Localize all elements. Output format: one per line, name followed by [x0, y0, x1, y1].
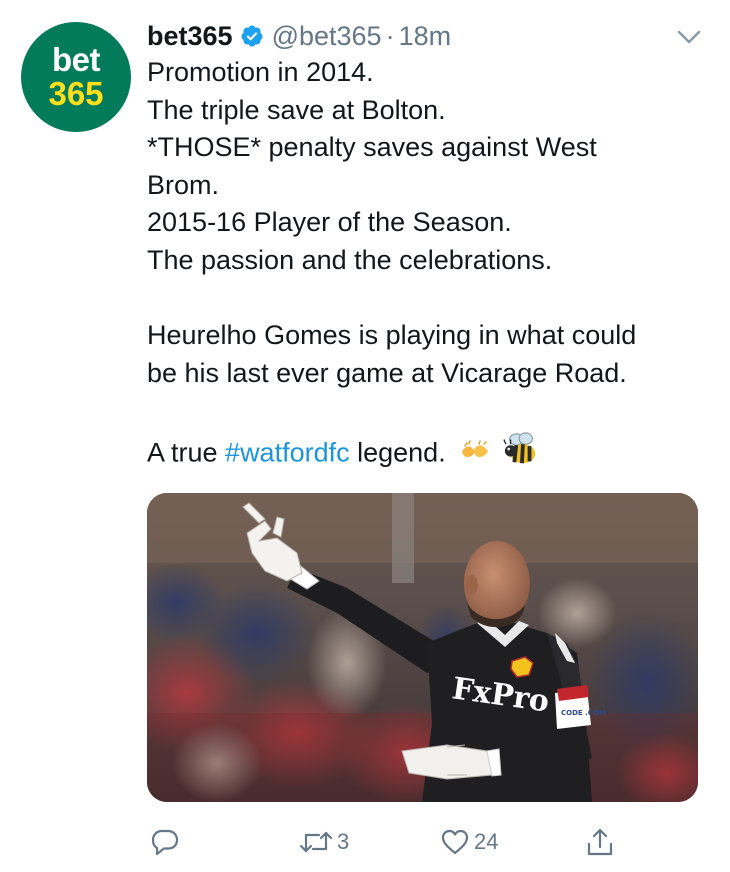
share-icon — [587, 828, 613, 856]
tweet-line: Brom. — [147, 169, 220, 200]
goalkeeper-photo: FxPro CODE .COM — [147, 493, 698, 802]
closing-prefix: A true — [147, 437, 226, 468]
avatar[interactable]: bet 365 — [21, 22, 131, 132]
avatar-text-365: 365 — [48, 74, 104, 112]
tweet-line: *THOSE* penalty saves against West — [147, 132, 597, 163]
clapping-hands-icon — [453, 435, 493, 473]
display-name[interactable]: bet365 — [147, 21, 233, 52]
reply-button[interactable] — [150, 822, 184, 862]
separator-dot: · — [385, 20, 395, 51]
armband-text: CODE .COM — [561, 709, 606, 717]
retweet-count: 3 — [337, 829, 350, 854]
share-button[interactable] — [585, 822, 615, 862]
tweet-actions: 3 24 — [0, 822, 730, 862]
chevron-down-icon[interactable] — [674, 22, 704, 52]
tweet-header: bet365 @bet365 · 18m — [147, 18, 451, 54]
tweet-line: Heurelho Gomes is playing in what could — [147, 320, 637, 351]
closing-suffix: legend. — [349, 437, 446, 468]
like-button[interactable]: 24 — [440, 822, 498, 862]
retweet-icon — [299, 831, 333, 853]
heart-icon — [441, 829, 469, 855]
avatar-text-bet: bet — [52, 40, 101, 78]
handle[interactable]: @bet365 — [272, 21, 382, 52]
tweet-line: Promotion in 2014. — [147, 57, 374, 87]
bee-icon — [501, 430, 539, 479]
tweet-line: be his last ever game at Vicarage Road. — [147, 357, 627, 388]
tweet-line: The triple save at Bolton. — [147, 94, 446, 125]
retweet-button[interactable]: 3 — [299, 822, 349, 862]
tweet-text: Promotion in 2014. The triple save at Bo… — [147, 54, 707, 479]
tweet-closing-line: A true #watfordfc legend. — [147, 430, 707, 479]
hashtag-link[interactable]: #watfordfc — [225, 437, 350, 467]
tweet-photo[interactable]: FxPro CODE .COM — [147, 493, 698, 802]
tweet-line: The passion and the celebrations. — [147, 244, 553, 275]
verified-badge-icon — [240, 24, 264, 48]
reply-icon — [151, 829, 179, 856]
timestamp[interactable]: 18m — [399, 21, 452, 52]
tweet-line: 2015-16 Player of the Season. — [147, 207, 512, 238]
like-count: 24 — [474, 829, 499, 854]
